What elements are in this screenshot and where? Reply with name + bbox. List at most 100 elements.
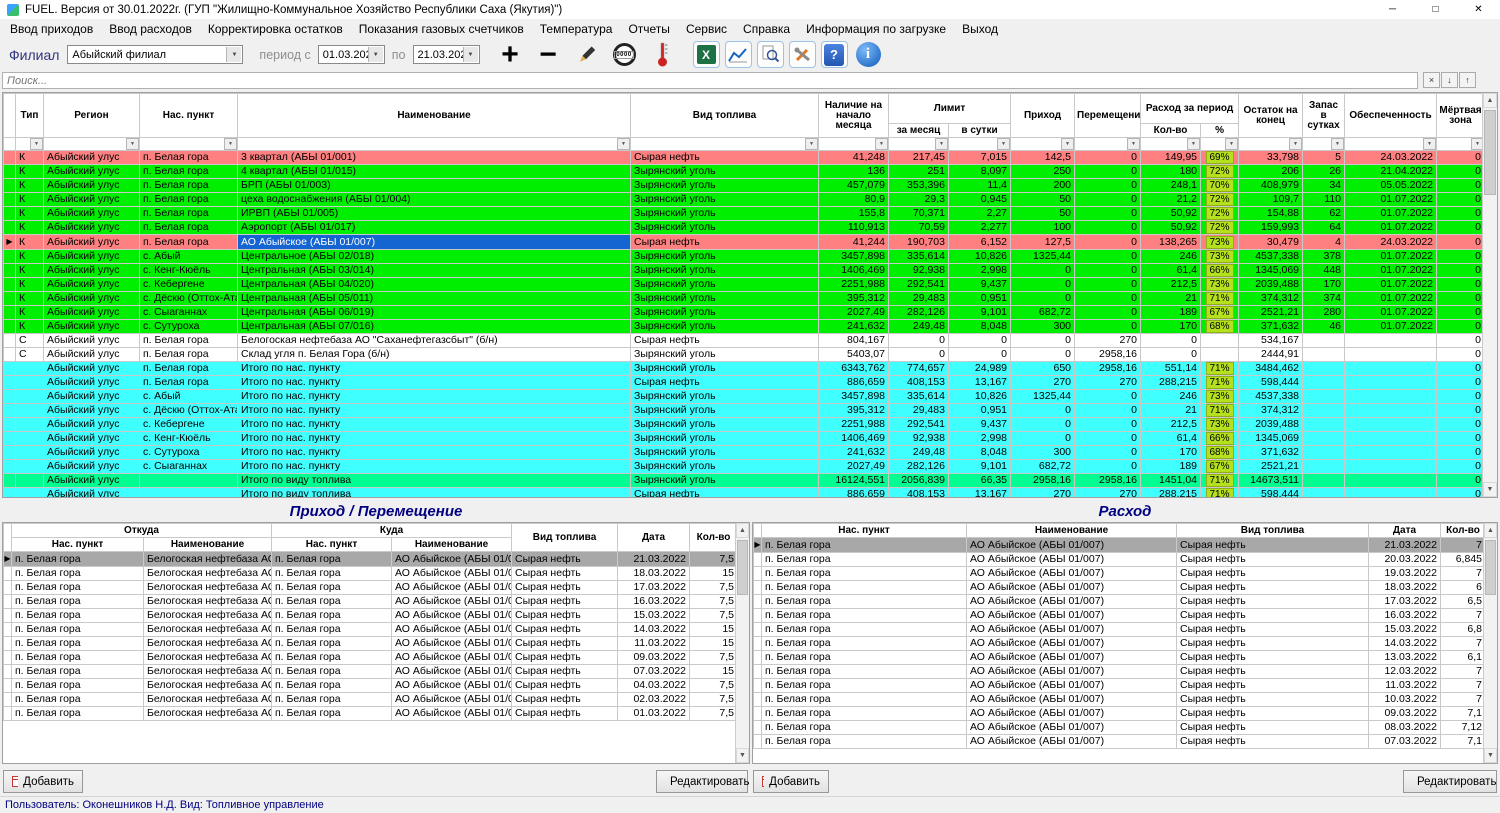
cell[interactable]: Центральная (АБЫ 06/019) (238, 306, 631, 320)
cell[interactable]: 335,614 (889, 250, 949, 264)
cell[interactable]: Сырая нефть (1177, 538, 1369, 553)
cell[interactable]: п. Белая гора (762, 665, 967, 679)
cell[interactable] (16, 390, 44, 404)
cell[interactable]: АО Абыйское (АБЫ 01/007) (392, 693, 512, 707)
cell[interactable]: Сырая нефть (631, 151, 819, 165)
chart-button[interactable] (725, 41, 752, 68)
cell[interactable]: Абыйский улус (44, 193, 140, 207)
cell[interactable]: 136 (819, 165, 889, 179)
cell[interactable]: 72% (1201, 207, 1239, 221)
cell[interactable]: 05.05.2022 (1345, 179, 1437, 193)
cell[interactable]: 7,1 (1441, 735, 1486, 749)
cell[interactable]: 73% (1201, 390, 1239, 404)
main-table-scrollbar[interactable]: ▲ ▼ (1482, 93, 1497, 497)
column-header-name[interactable]: Наименование (238, 94, 631, 138)
cell[interactable]: 5403,07 (819, 348, 889, 362)
cell[interactable]: 8,097 (949, 165, 1011, 179)
cell[interactable]: Итого по нас. пункту (238, 460, 631, 474)
fuel-object-row[interactable]: Абыйский улусс. СутурохаИтого по нас. пу… (4, 446, 1485, 460)
cell[interactable]: 6,845 (1441, 553, 1486, 567)
gas-meter-button[interactable]: 0000 (608, 39, 641, 70)
cell[interactable]: К (16, 165, 44, 179)
cell[interactable]: п. Белая гора (12, 581, 144, 595)
cell[interactable]: п. Белая гора (12, 623, 144, 637)
cell[interactable]: АО Абыйское (АБЫ 01/007) (967, 553, 1177, 567)
filter-cell[interactable]: ▼ (1239, 138, 1303, 151)
cell[interactable]: 110 (1303, 193, 1345, 207)
cell[interactable]: 0 (1437, 460, 1485, 474)
cell[interactable]: 70,59 (889, 221, 949, 235)
column-header-rashod[interactable]: Расход за период (1141, 94, 1239, 124)
fuel-object-row[interactable]: Абыйский улусс. Дёскю (Оттох-Атах)Итого … (4, 404, 1485, 418)
fuel-object-row[interactable]: Абыйский улусп. Белая гораИтого по нас. … (4, 376, 1485, 390)
cell[interactable]: 0 (889, 348, 949, 362)
cell[interactable]: 61,4 (1141, 264, 1201, 278)
cell[interactable]: 170 (1141, 446, 1201, 460)
cell[interactable]: 0 (1075, 179, 1141, 193)
cell[interactable]: 0 (949, 334, 1011, 348)
filter-cell[interactable]: ▼ (1011, 138, 1075, 151)
cell[interactable]: п. Белая гора (272, 637, 392, 651)
cell[interactable]: 71% (1201, 488, 1239, 499)
cell[interactable]: 8,048 (949, 446, 1011, 460)
cell[interactable] (1345, 334, 1437, 348)
cell[interactable]: 33,798 (1239, 151, 1303, 165)
cell[interactable]: 0 (1011, 264, 1075, 278)
filter-cell[interactable]: ▼ (1345, 138, 1437, 151)
cell[interactable]: 2521,21 (1239, 306, 1303, 320)
cell[interactable] (1303, 390, 1345, 404)
column-filter-dropdown-icon[interactable]: ▼ (1187, 138, 1200, 150)
cell[interactable]: 7,1 (1441, 707, 1486, 721)
cell[interactable]: 30,479 (1239, 235, 1303, 250)
cell[interactable]: 1325,44 (1011, 390, 1075, 404)
fuel-object-row[interactable]: ▶КАбыйский улусп. Белая гораАО Абыйское … (4, 235, 1485, 250)
cell[interactable]: Зырянский уголь (631, 221, 819, 235)
cell[interactable]: Сырая нефть (512, 707, 618, 721)
cell[interactable]: 73% (1201, 235, 1239, 250)
filter-cell[interactable]: ▼ (238, 138, 631, 151)
cell[interactable]: 246 (1141, 390, 1201, 404)
table-row[interactable]: п. Белая гораБелогоская нефтебаза АО "Са… (4, 581, 738, 595)
cell[interactable]: 0 (1437, 151, 1485, 165)
cell[interactable]: 41,244 (819, 235, 889, 250)
fuel-object-row[interactable]: САбыйский улусп. Белая гораБелогоская не… (4, 334, 1485, 348)
cell[interactable]: К (16, 235, 44, 250)
column-header-limit[interactable]: Лимит (889, 94, 1011, 124)
clear-search-icon[interactable]: × (1423, 72, 1440, 88)
cell[interactable]: с. Сыаганнах (140, 460, 238, 474)
cell[interactable]: Сырая нефть (631, 235, 819, 250)
cell[interactable]: 0 (1437, 488, 1485, 499)
cell[interactable]: 292,541 (889, 418, 949, 432)
cell[interactable]: Абыйский улус (44, 376, 140, 390)
cell[interactable]: Сырая нефть (1177, 581, 1369, 595)
cell[interactable]: Аэропорт (АБЫ 01/017) (238, 221, 631, 235)
cell[interactable]: 0 (1075, 221, 1141, 235)
cell[interactable]: Белогоская нефтебаза АО "Саханефтегазсбы… (144, 552, 272, 567)
cell[interactable]: 9,437 (949, 278, 1011, 292)
cell[interactable]: 26 (1303, 165, 1345, 179)
cell[interactable]: К (16, 179, 44, 193)
cell[interactable]: 2039,488 (1239, 278, 1303, 292)
cell[interactable]: К (16, 250, 44, 264)
cell[interactable]: 10.03.2022 (1369, 693, 1441, 707)
cell[interactable]: 270 (1075, 488, 1141, 499)
cell[interactable] (1345, 474, 1437, 488)
cell[interactable]: 17.03.2022 (618, 581, 690, 595)
cell[interactable]: 100 (1011, 221, 1075, 235)
cell[interactable]: п. Белая гора (12, 552, 144, 567)
cell[interactable] (1303, 432, 1345, 446)
cell[interactable]: 0 (1437, 278, 1485, 292)
column-header-from-name[interactable]: Наименование (144, 538, 272, 552)
cell[interactable]: 9,437 (949, 418, 1011, 432)
filter-cell[interactable]: ▼ (949, 138, 1011, 151)
table-row[interactable]: п. Белая гораБелогоская нефтебаза АО "Са… (4, 665, 738, 679)
cell[interactable]: Итого по нас. пункту (238, 446, 631, 460)
filter-cell[interactable]: ▼ (631, 138, 819, 151)
column-filter-dropdown-icon[interactable]: ▼ (30, 138, 43, 150)
cell[interactable]: 0 (1075, 446, 1141, 460)
filter-cell[interactable]: ▼ (1201, 138, 1239, 151)
add-prihod-button[interactable]: Добавить (3, 770, 83, 793)
cell[interactable]: 0 (1075, 292, 1141, 306)
fuel-object-row[interactable]: Абыйский улусИтого по виду топливаСырая … (4, 488, 1485, 499)
cell[interactable]: 73% (1201, 278, 1239, 292)
